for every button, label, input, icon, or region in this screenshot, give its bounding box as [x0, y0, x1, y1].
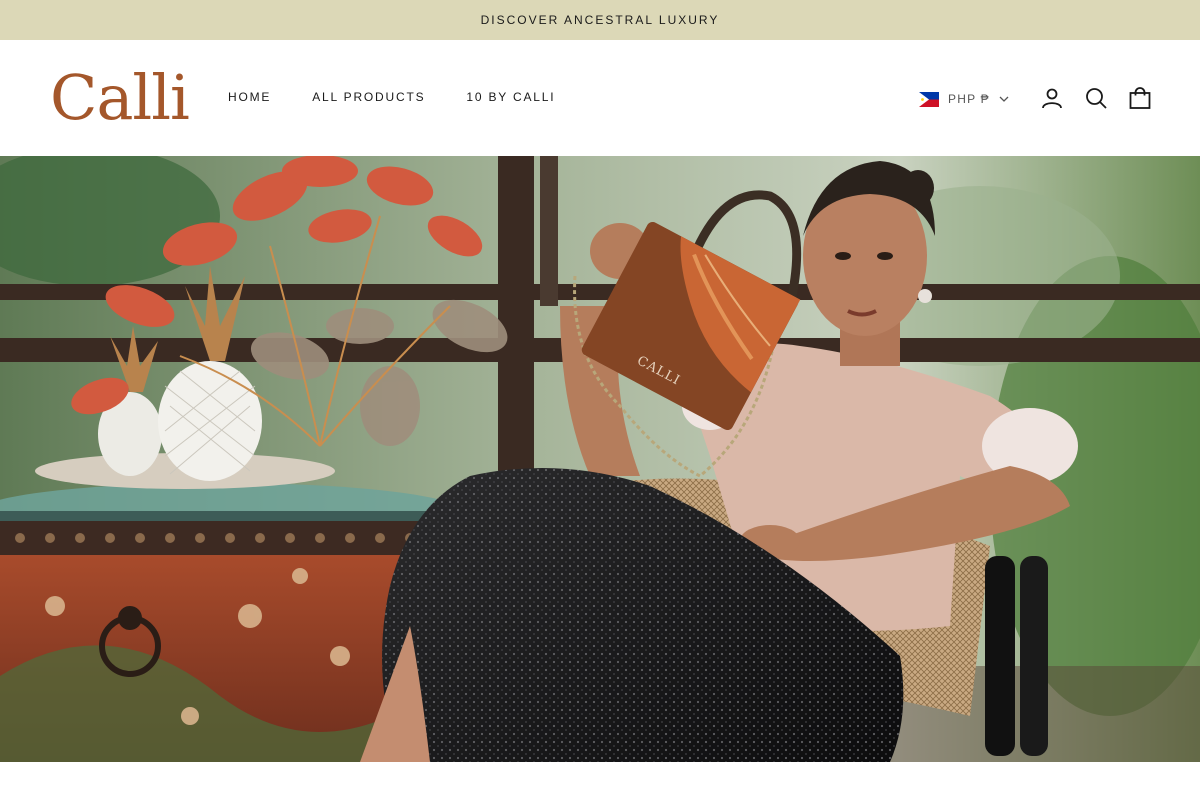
brand-logo[interactable]: Calli	[50, 60, 190, 136]
hero-banner[interactable]: CALLI	[0, 156, 1200, 762]
main-nav: HOME ALL PRODUCTS 10 BY CALLI	[228, 90, 555, 104]
nav-home[interactable]: HOME	[228, 90, 271, 104]
announcement-text: DISCOVER ANCESTRAL LUXURY	[480, 13, 720, 27]
model-holding-wooden-bag-photo: CALLI	[0, 156, 1200, 762]
currency-selector[interactable]: PHP ₱	[919, 90, 1009, 108]
currency-label: PHP ₱	[948, 92, 990, 106]
account-icon[interactable]	[1040, 86, 1064, 110]
nav-all-products[interactable]: ALL PRODUCTS	[312, 90, 425, 104]
announcement-bar: DISCOVER ANCESTRAL LUXURY	[0, 0, 1200, 40]
page-content-area	[0, 762, 1200, 800]
search-icon[interactable]	[1084, 86, 1108, 110]
nav-10-by-calli[interactable]: 10 BY CALLI	[466, 90, 555, 104]
cart-icon[interactable]	[1128, 86, 1152, 110]
site-header: Calli HOME ALL PRODUCTS 10 BY CALLI PHP …	[0, 40, 1200, 156]
philippines-flag-icon	[919, 91, 939, 107]
chevron-down-icon	[999, 90, 1009, 108]
